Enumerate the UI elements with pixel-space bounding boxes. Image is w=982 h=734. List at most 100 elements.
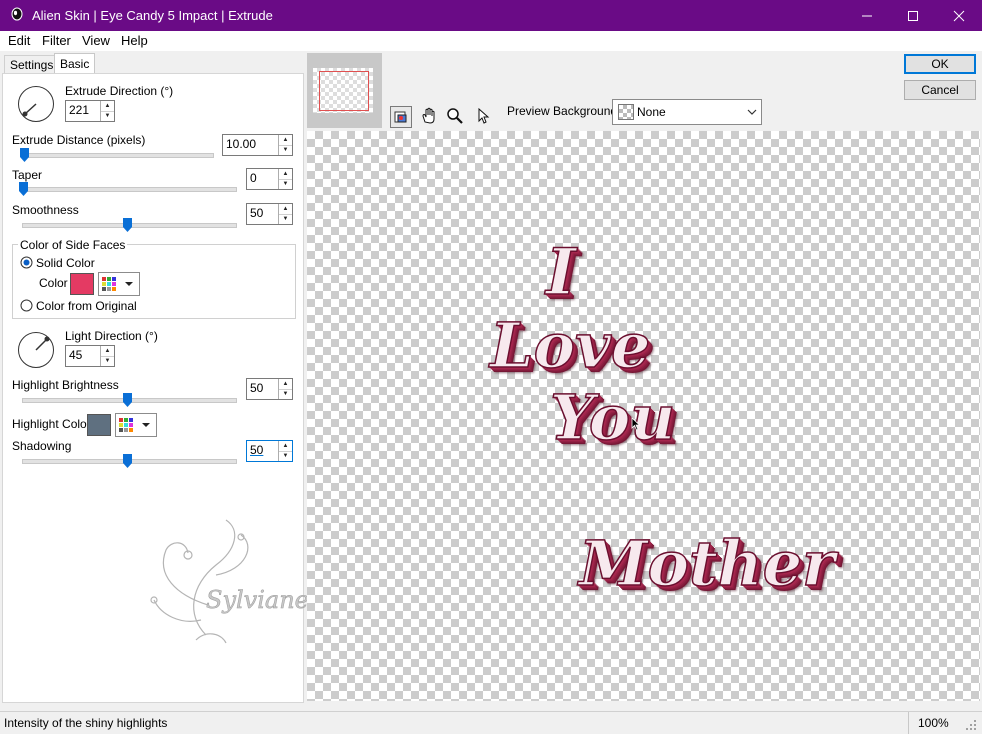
pointer-tool-button[interactable] — [473, 106, 493, 126]
highlight-brightness-label: Highlight Brightness — [12, 378, 119, 392]
hand-icon — [422, 107, 435, 124]
spin-down-icon[interactable]: ▼ — [279, 180, 292, 190]
preview-background-label: Preview Background: — [507, 104, 621, 118]
preview-word-mother: Mother — [578, 526, 835, 601]
highlight-color-swatch[interactable] — [87, 414, 111, 436]
spin-down-icon[interactable]: ▼ — [279, 146, 292, 156]
chevron-down-icon — [747, 109, 757, 115]
light-direction-dial[interactable] — [18, 332, 54, 368]
spin-up-icon[interactable]: ▲ — [279, 204, 292, 215]
spin-up-icon[interactable]: ▲ — [279, 441, 292, 452]
resize-grip-icon[interactable] — [964, 718, 978, 732]
spin-up-icon[interactable]: ▲ — [279, 379, 292, 390]
taper-spinner[interactable]: 0 ▲ ▼ — [246, 168, 293, 190]
taper-track[interactable] — [22, 187, 237, 192]
color-grid-icon — [119, 418, 133, 432]
checker-icon — [618, 104, 634, 120]
preview-word-love: Love — [489, 308, 651, 383]
navigator-thumbnail[interactable] — [307, 53, 382, 128]
dial-needle-icon — [22, 103, 37, 117]
color-grid-icon — [102, 277, 116, 291]
minimize-button[interactable] — [844, 0, 890, 31]
mouse-cursor-icon — [631, 417, 641, 431]
extrude-distance-slider-thumb[interactable] — [20, 148, 29, 162]
highlight-color-label: Highlight Color — [12, 417, 91, 431]
hand-tool-button[interactable] — [419, 106, 439, 126]
cancel-button[interactable]: Cancel — [904, 80, 976, 100]
navigator-icon — [394, 111, 407, 123]
color-from-original-label[interactable]: Color from Original — [36, 299, 137, 313]
tab-settings[interactable]: Settings — [4, 55, 60, 74]
spin-down-icon[interactable]: ▼ — [101, 357, 114, 367]
extrude-direction-spinner[interactable]: 221 ▲ ▼ — [65, 100, 115, 122]
extrude-distance-value[interactable]: 10.00 — [223, 135, 278, 155]
extrude-direction-dial[interactable] — [18, 86, 54, 122]
smoothness-label: Smoothness — [12, 203, 79, 217]
shadowing-slider-thumb[interactable] — [123, 454, 132, 468]
status-text: Intensity of the shiny highlights — [4, 716, 168, 730]
window-title: Alien Skin | Eye Candy 5 Impact | Extrud… — [32, 8, 273, 23]
spin-up-icon[interactable]: ▲ — [279, 135, 292, 146]
zoom-level: 100% — [918, 716, 949, 730]
solid-color-label[interactable]: Solid Color — [36, 256, 95, 270]
taper-label: Taper — [12, 168, 43, 182]
taper-slider-thumb[interactable] — [19, 182, 28, 196]
smoothness-slider-thumb[interactable] — [123, 218, 132, 232]
navigator-viewport-box[interactable] — [319, 71, 369, 111]
navigator-tool-button[interactable] — [390, 106, 412, 128]
watermark-text: Sylviane — [206, 586, 309, 615]
spin-up-icon[interactable]: ▲ — [101, 101, 114, 112]
highlight-color-picker-button[interactable] — [115, 413, 157, 437]
spin-down-icon[interactable]: ▼ — [279, 215, 292, 225]
solid-color-radio[interactable] — [20, 256, 33, 269]
highlight-brightness-spinner[interactable]: 50 ▲ ▼ — [246, 378, 293, 400]
dropdown-arrow-icon — [125, 282, 133, 286]
preview-word-i: I — [545, 234, 576, 311]
zoom-tool-button[interactable] — [445, 106, 465, 126]
shadowing-value[interactable]: 50 — [247, 441, 278, 461]
taper-value[interactable]: 0 — [247, 169, 278, 189]
preview-word-you: You — [549, 380, 676, 455]
menu-edit[interactable]: Edit — [8, 33, 30, 48]
dial-needle-icon — [35, 336, 50, 351]
highlight-brightness-slider-thumb[interactable] — [123, 393, 132, 407]
preview-background-value: None — [637, 105, 666, 119]
spin-down-icon[interactable]: ▼ — [279, 390, 292, 400]
light-direction-value[interactable]: 45 — [66, 346, 100, 366]
spin-down-icon[interactable]: ▼ — [279, 452, 292, 462]
extrude-distance-spinner[interactable]: 10.00 ▲ ▼ — [222, 134, 293, 156]
smoothness-value[interactable]: 50 — [247, 204, 278, 224]
maximize-icon — [908, 10, 918, 21]
highlight-brightness-value[interactable]: 50 — [247, 379, 278, 399]
side-color-picker-button[interactable] — [98, 272, 140, 296]
light-direction-label: Light Direction (°) — [65, 329, 158, 343]
spin-down-icon[interactable]: ▼ — [101, 112, 114, 122]
light-direction-spinner[interactable]: 45 ▲ ▼ — [65, 345, 115, 367]
tab-basic[interactable]: Basic — [54, 53, 96, 74]
color-from-original-radio[interactable] — [20, 299, 33, 312]
extrude-distance-track[interactable] — [22, 153, 214, 158]
spin-up-icon[interactable]: ▲ — [279, 169, 292, 180]
menu-help[interactable]: Help — [121, 33, 148, 48]
shadowing-spinner[interactable]: 50 ▲ ▼ — [246, 440, 293, 462]
smoothness-spinner[interactable]: 50 ▲ ▼ — [246, 203, 293, 225]
spin-up-icon[interactable]: ▲ — [101, 346, 114, 357]
app-icon — [11, 7, 23, 21]
preview-background-select[interactable]: None — [612, 99, 762, 125]
title-bar: Alien Skin | Eye Candy 5 Impact | Extrud… — [0, 0, 982, 31]
menu-filter[interactable]: Filter — [42, 33, 71, 48]
menu-view[interactable]: View — [82, 33, 110, 48]
preview-canvas[interactable]: I Love You Mother — [307, 131, 980, 701]
ok-button[interactable]: OK — [904, 54, 976, 74]
maximize-button[interactable] — [890, 0, 936, 31]
dropdown-arrow-icon — [142, 423, 150, 427]
side-color-swatch[interactable] — [70, 273, 94, 295]
side-faces-group-label: Color of Side Faces — [18, 238, 128, 252]
close-button[interactable] — [936, 0, 982, 31]
minimize-icon — [862, 15, 872, 16]
watermark-ornament — [150, 519, 249, 644]
extrude-distance-label: Extrude Distance (pixels) — [12, 133, 146, 147]
extrude-direction-value[interactable]: 221 — [66, 101, 100, 121]
status-divider — [908, 712, 909, 734]
status-bar: Intensity of the shiny highlights 100% — [0, 711, 982, 734]
